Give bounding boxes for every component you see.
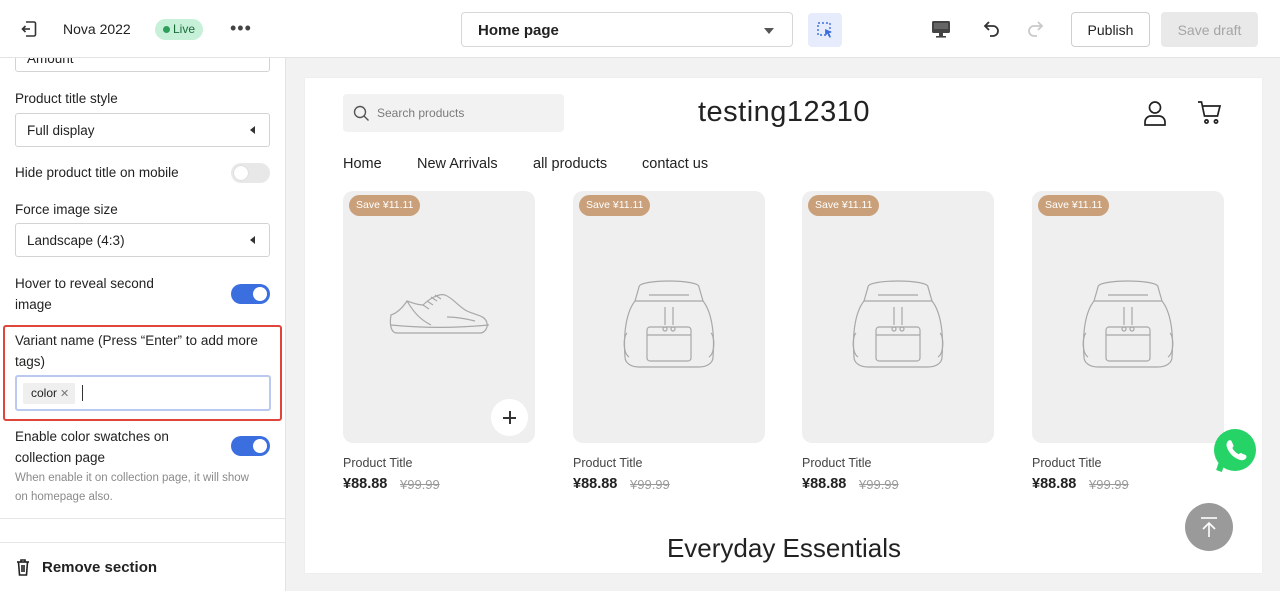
amount-select-value: Amount (27, 58, 74, 66)
remove-section-button[interactable]: Remove section (15, 557, 157, 581)
backpack-image (848, 273, 948, 374)
product-title[interactable]: Product Title (343, 456, 412, 470)
force-image-size-label: Force image size (15, 202, 118, 217)
nav-home[interactable]: Home (343, 156, 382, 172)
hover-reveal-label-line1: Hover to reveal second (15, 276, 154, 291)
sneaker-image (387, 287, 491, 344)
section-heading[interactable]: Everyday Essentials (605, 533, 963, 564)
caret-left-icon (250, 236, 255, 244)
color-swatches-help-line2: on homepage also. (15, 491, 113, 503)
tag-chip: color ✕ (23, 383, 76, 404)
live-dot-icon (163, 26, 170, 33)
product-title[interactable]: Product Title (573, 456, 642, 470)
tag-chip-label: color (31, 386, 58, 400)
store-preview: Search products testing12310 Home New Ar… (305, 78, 1262, 573)
trash-icon (15, 559, 31, 581)
store-search-input[interactable]: Search products (343, 94, 564, 132)
product-card[interactable]: Save ¥11.11 (573, 191, 765, 443)
divider (0, 518, 285, 519)
nav-new-arrivals[interactable]: New Arrivals (417, 156, 498, 172)
save-badge: Save ¥11.11 (579, 195, 651, 216)
live-status-badge: Live (155, 19, 204, 40)
product-title-style-value: Full display (27, 123, 95, 138)
nav-all-products[interactable]: all products (533, 156, 607, 172)
hide-title-mobile-label: Hide product title on mobile (15, 165, 179, 180)
product-card[interactable]: Save ¥11.11 (343, 191, 535, 443)
hover-reveal-label-line2: image (15, 297, 52, 312)
exit-icon[interactable] (20, 20, 38, 38)
product-old-price: ¥99.99 (1089, 477, 1129, 492)
product-price: ¥88.88 (343, 476, 388, 492)
color-swatches-label-line2: collection page (15, 450, 106, 465)
caret-left-icon (250, 126, 255, 134)
force-image-size-select[interactable]: Landscape (4:3) (15, 223, 270, 257)
color-swatches-label-line1: Enable color swatches on (15, 429, 169, 444)
redo-icon[interactable] (1026, 18, 1048, 45)
toggle-knob (234, 166, 248, 180)
remove-tag-icon[interactable]: ✕ (60, 388, 69, 400)
product-card[interactable]: Save ¥11.11 (1032, 191, 1224, 443)
select-element-tool[interactable] (808, 13, 842, 47)
force-image-size-value: Landscape (4:3) (27, 233, 125, 248)
text-cursor (82, 385, 83, 401)
remove-section-label: Remove section (42, 559, 158, 576)
color-swatches-help: When enable it on collection page, it wi… (15, 469, 270, 507)
variant-name-label-line1: Variant name (Press “Enter” to add more (15, 333, 258, 348)
live-label: Live (173, 22, 196, 36)
top-bar: Nova 2022 Live ••• Home page Publish Sav… (0, 0, 1280, 58)
settings-sidebar: Amount Product title style Full display … (0, 58, 286, 591)
account-icon[interactable] (1143, 100, 1167, 131)
product-old-price: ¥99.99 (630, 477, 670, 492)
more-options-icon[interactable]: ••• (230, 18, 252, 38)
product-price: ¥88.88 (802, 476, 847, 492)
store-title[interactable]: testing12310 (605, 96, 963, 129)
color-swatches-toggle[interactable] (231, 436, 270, 456)
save-badge: Save ¥11.11 (808, 195, 880, 216)
add-to-cart-button[interactable] (491, 399, 528, 436)
product-title-style-select[interactable]: Full display (15, 113, 270, 147)
undo-icon[interactable] (979, 18, 1001, 45)
product-price: ¥88.88 (1032, 476, 1077, 492)
toggle-knob (253, 287, 267, 301)
chevron-down-icon (764, 28, 774, 34)
page-selector-value: Home page (478, 22, 559, 39)
variant-name-label-line2: tags) (15, 354, 46, 369)
amount-select[interactable]: Amount (15, 58, 270, 72)
backpack-image (1078, 273, 1178, 374)
arrow-up-icon (1201, 517, 1217, 537)
product-card[interactable]: Save ¥11.11 (802, 191, 994, 443)
search-placeholder: Search products (377, 106, 465, 120)
save-draft-button[interactable]: Save draft (1161, 12, 1258, 47)
save-badge: Save ¥11.11 (1038, 195, 1110, 216)
store-name: Nova 2022 (63, 21, 131, 37)
publish-button[interactable]: Publish (1071, 12, 1150, 47)
desktop-view-icon[interactable] (930, 19, 952, 44)
whatsapp-icon[interactable] (1212, 428, 1258, 474)
product-price: ¥88.88 (573, 476, 618, 492)
hide-title-mobile-toggle[interactable] (231, 163, 270, 183)
product-title[interactable]: Product Title (1032, 456, 1101, 470)
product-old-price: ¥99.99 (859, 477, 899, 492)
page-selector[interactable]: Home page (461, 12, 793, 47)
cart-icon[interactable] (1197, 100, 1222, 130)
plus-icon-vertical (509, 411, 511, 424)
product-old-price: ¥99.99 (400, 477, 440, 492)
back-to-top-button[interactable] (1185, 503, 1233, 551)
backpack-image (619, 273, 719, 374)
search-icon (353, 105, 370, 127)
nav-contact-us[interactable]: contact us (642, 156, 708, 172)
product-title[interactable]: Product Title (802, 456, 871, 470)
toggle-knob (253, 439, 267, 453)
save-badge: Save ¥11.11 (349, 195, 421, 216)
color-swatches-help-line1: When enable it on collection page, it wi… (15, 472, 249, 484)
divider (0, 542, 285, 543)
product-title-style-label: Product title style (15, 91, 118, 106)
hover-reveal-toggle[interactable] (231, 284, 270, 304)
variant-name-tag-input[interactable]: color ✕ (15, 375, 271, 411)
